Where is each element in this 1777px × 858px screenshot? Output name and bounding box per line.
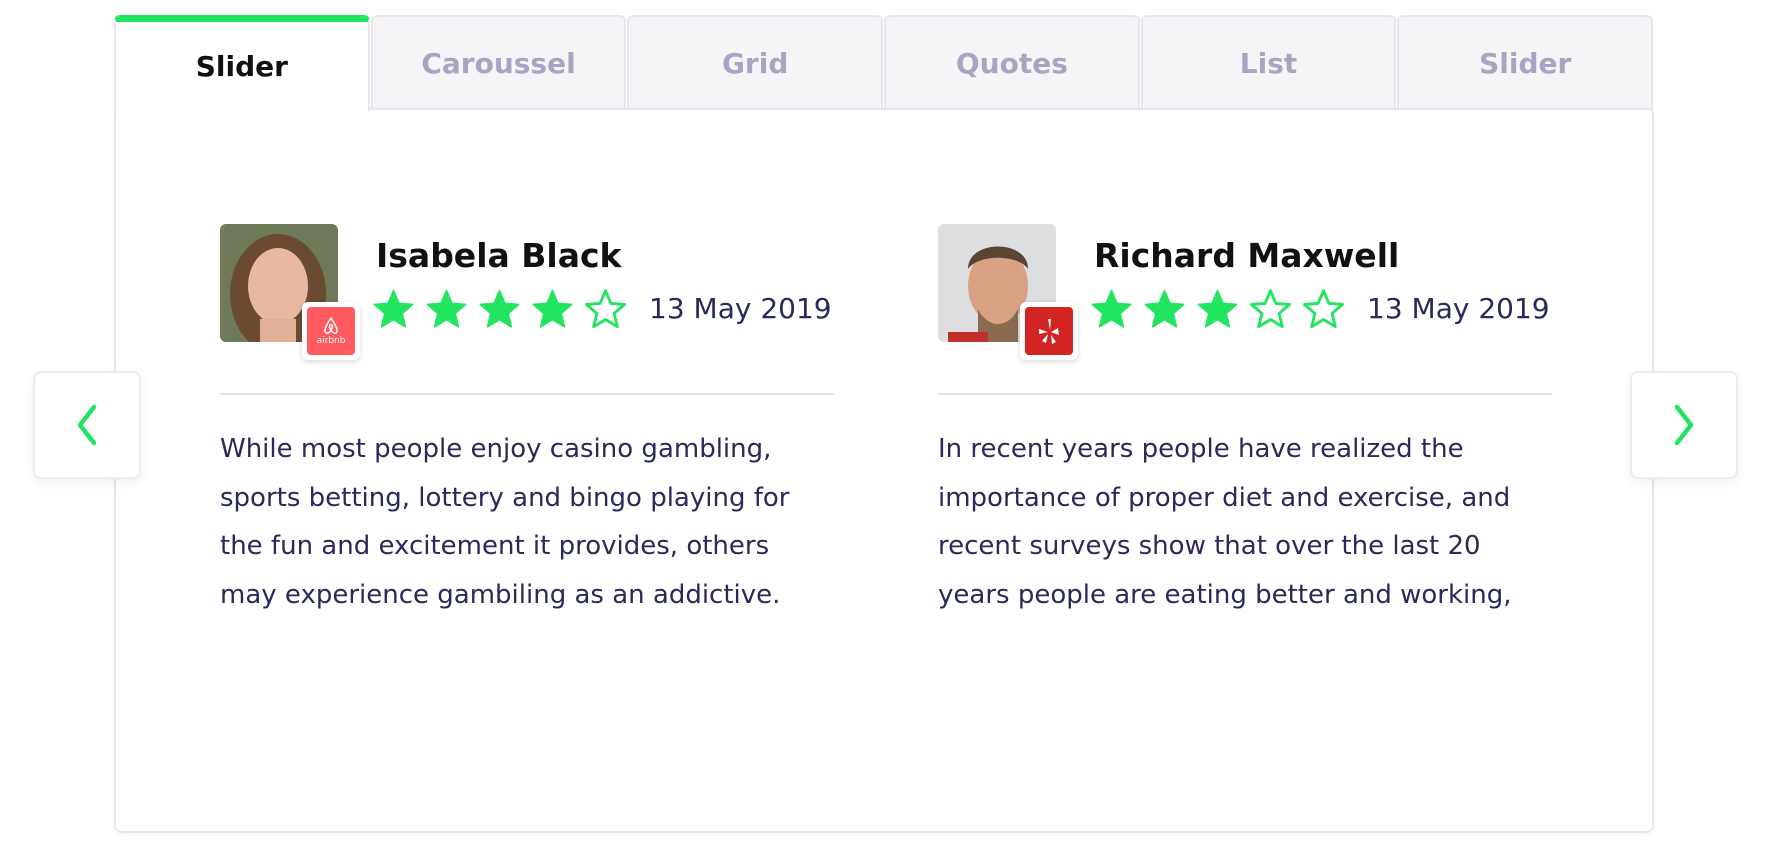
next-button[interactable] bbox=[1630, 371, 1738, 479]
yelp-icon bbox=[1039, 319, 1059, 344]
tab-slider-2[interactable]: Slider bbox=[1397, 15, 1654, 110]
star-filled-icon bbox=[479, 289, 520, 328]
tab-list[interactable]: List bbox=[1140, 15, 1397, 110]
tab-bar: Slider Caroussel Grid Quotes List Slider bbox=[114, 15, 1654, 111]
star-empty-icon bbox=[1303, 289, 1344, 329]
tab-quotes[interactable]: Quotes bbox=[884, 15, 1140, 110]
star-filled-icon bbox=[373, 289, 414, 328]
airbnb-logo-text: airbnb bbox=[316, 336, 346, 346]
star-filled-icon bbox=[1197, 289, 1238, 328]
star-filled-icon bbox=[532, 289, 573, 328]
divider bbox=[220, 393, 834, 395]
chevron-right-icon bbox=[1674, 404, 1694, 446]
star-empty-icon bbox=[1250, 289, 1291, 329]
reviewer-name: Isabela Black bbox=[376, 236, 622, 275]
star-empty-icon bbox=[585, 289, 626, 329]
star-filled-icon bbox=[1091, 289, 1132, 328]
star-filled-icon bbox=[1144, 289, 1185, 328]
review-text: While most people enjoy casino gambling,… bbox=[220, 434, 790, 610]
airbnb-icon bbox=[324, 316, 338, 334]
reviewer-name: Richard Maxwell bbox=[1094, 236, 1400, 275]
previous-button[interactable] bbox=[33, 371, 141, 479]
divider bbox=[938, 393, 1552, 395]
review-text: In recent years people have realized the… bbox=[938, 434, 1512, 610]
tab-caroussel[interactable]: Caroussel bbox=[370, 15, 627, 110]
chevron-left-icon bbox=[77, 404, 97, 446]
yelp-badge bbox=[1020, 302, 1078, 360]
review-date: 13 May 2019 bbox=[649, 292, 832, 325]
star-rating bbox=[372, 288, 627, 331]
tab-grid[interactable]: Grid bbox=[627, 15, 884, 110]
review-date: 13 May 2019 bbox=[1367, 292, 1550, 325]
airbnb-badge: airbnb bbox=[302, 302, 360, 360]
tab-slider[interactable]: Slider bbox=[114, 15, 370, 111]
star-filled-icon bbox=[426, 289, 467, 328]
star-rating bbox=[1090, 288, 1345, 331]
